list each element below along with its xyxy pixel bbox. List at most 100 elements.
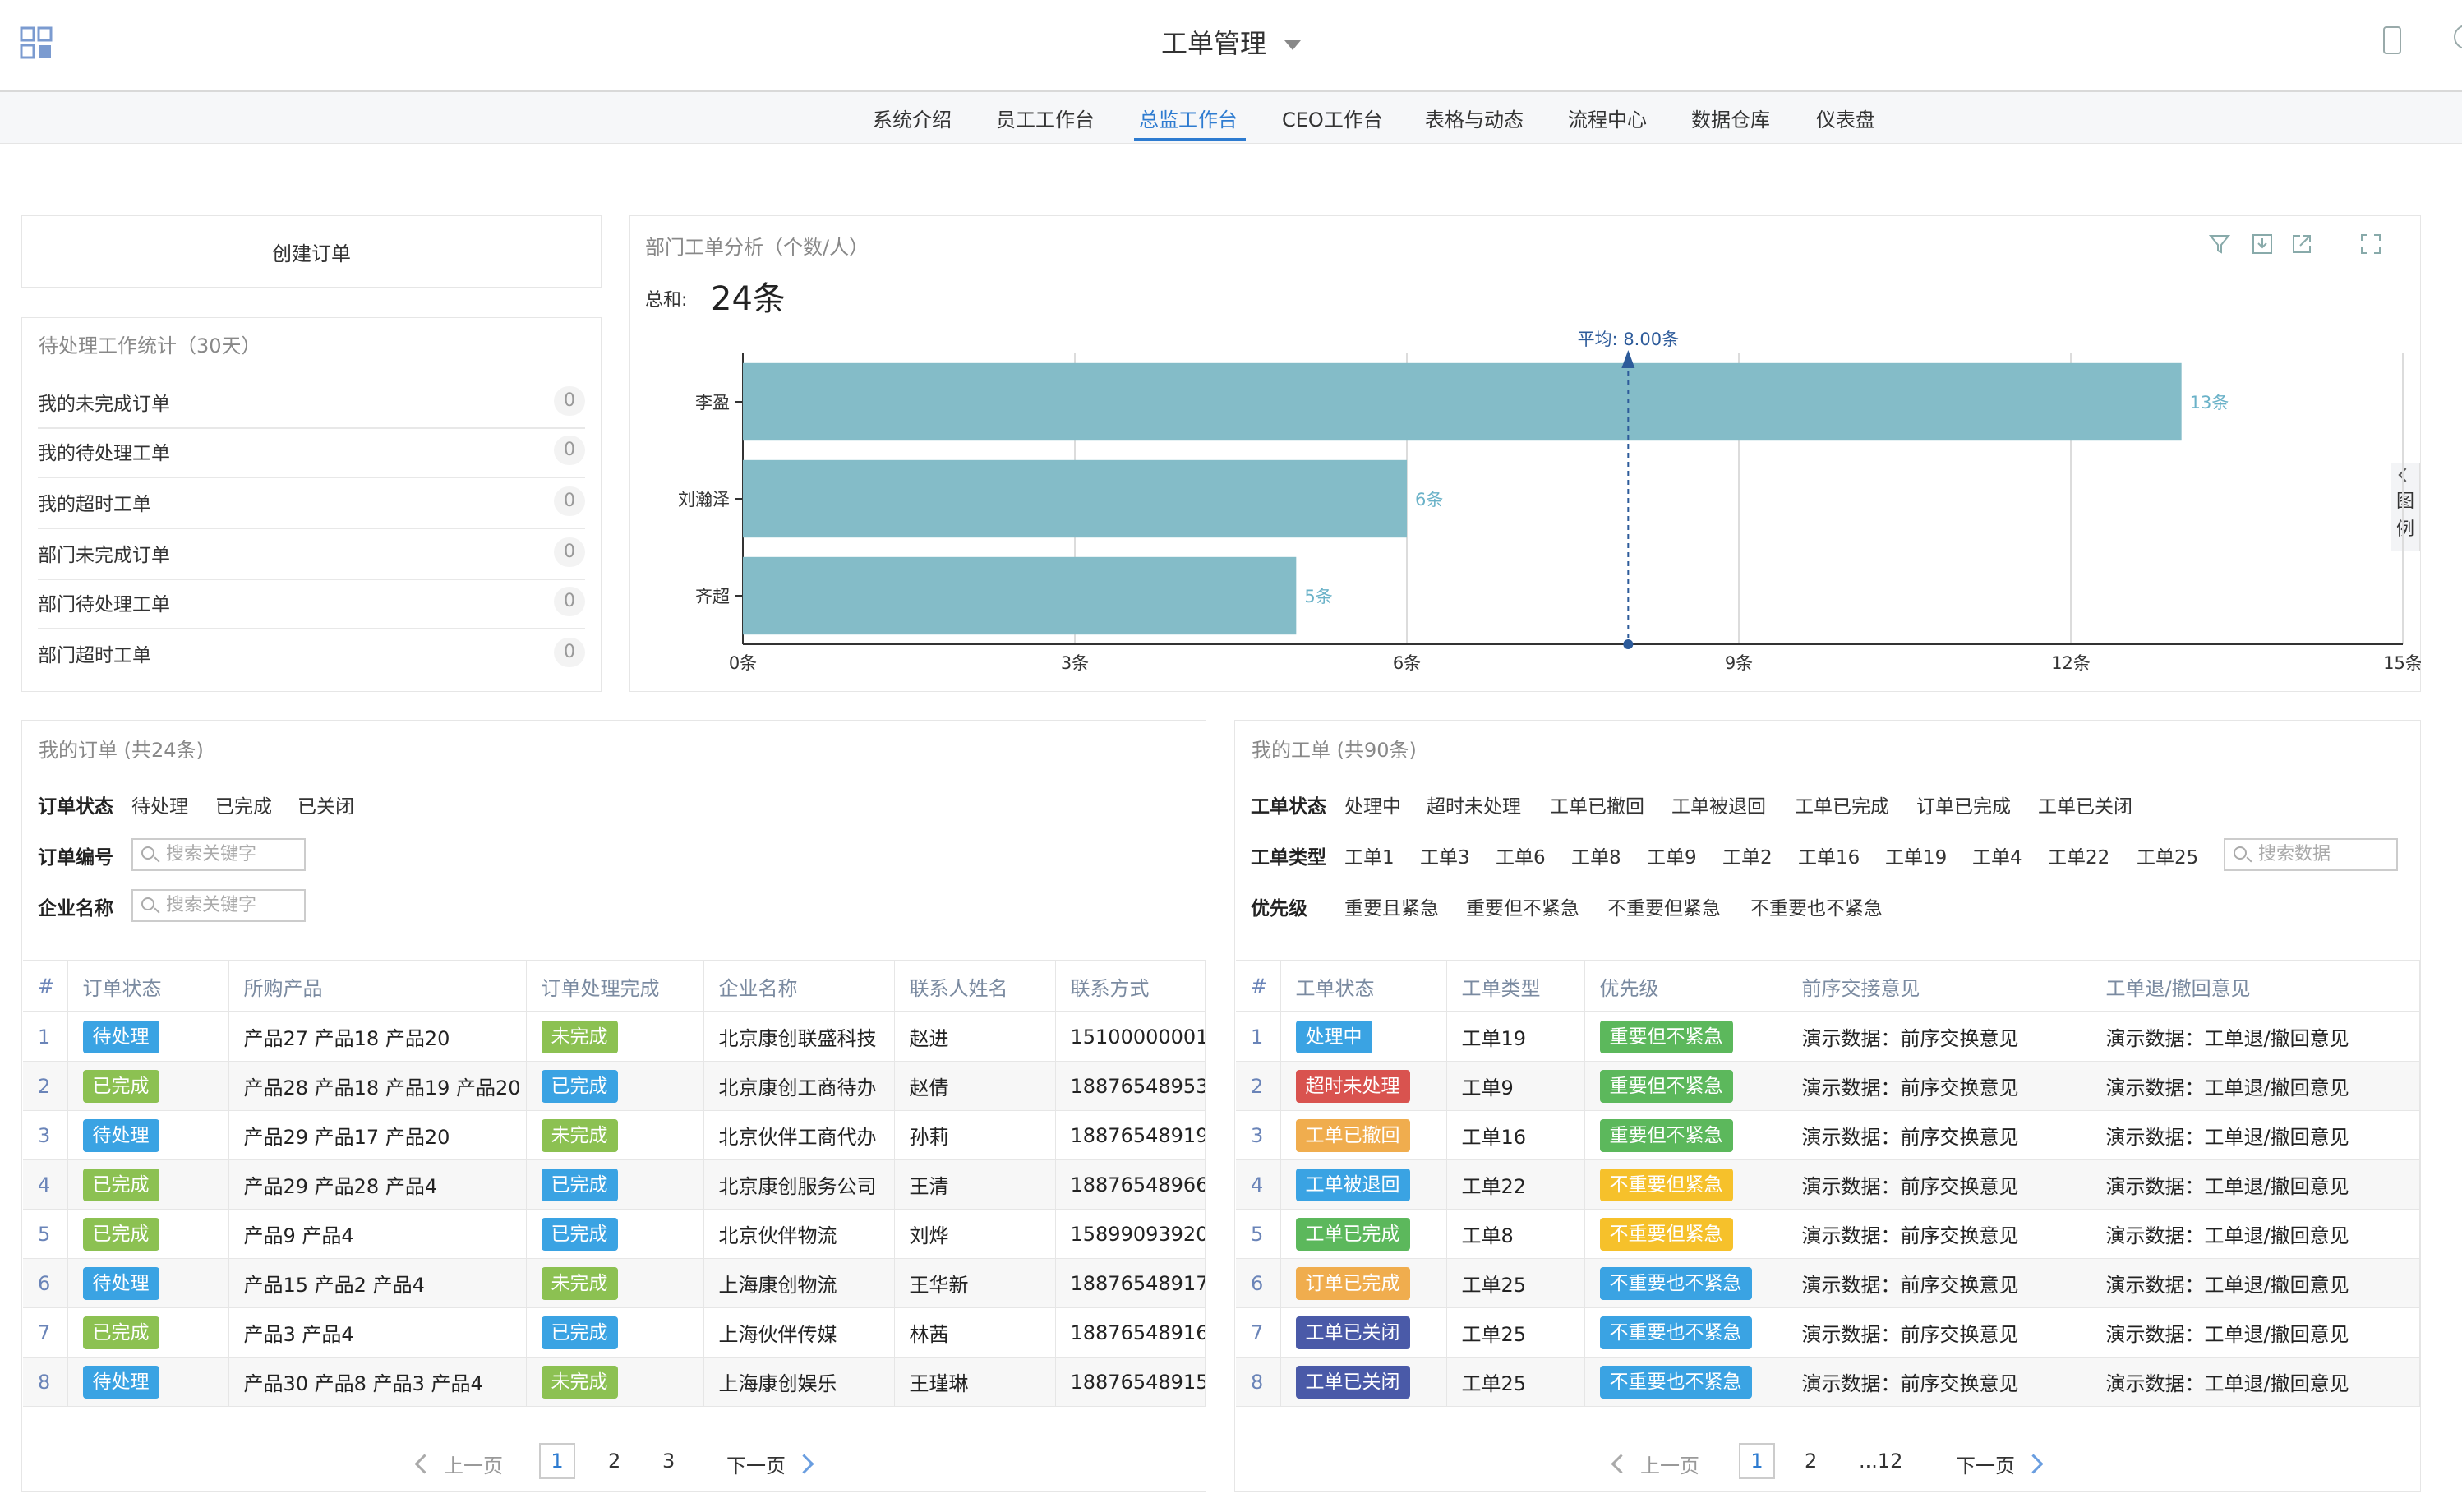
ticket-type-option[interactable]: 工单8: [1571, 841, 1621, 869]
priority-option[interactable]: 不重要也不紧急: [1750, 892, 1883, 920]
stat-row[interactable]: 部门超时工单 0: [38, 629, 585, 679]
order-status-option[interactable]: 已关闭: [297, 791, 354, 818]
products: 产品27 产品18 产品20: [228, 1012, 527, 1062]
page-button[interactable]: 2: [1805, 1450, 1817, 1473]
tab-ceo-workbench[interactable]: CEO工作台: [1282, 104, 1383, 132]
ticket-type-option[interactable]: 工单9: [1647, 841, 1697, 869]
page-button[interactable]: 2: [608, 1450, 620, 1473]
chevron-right-icon[interactable]: [2023, 1453, 2044, 1476]
table-row[interactable]: 7 已完成 产品3 产品4 已完成 上海伙伴传媒 林茜 18876548916: [23, 1307, 1206, 1358]
next-page-button[interactable]: 下一页: [726, 1450, 786, 1478]
table-row[interactable]: 1 待处理 产品27 产品18 产品20 未完成 北京康创联盛科技 赵进 151000000…: [23, 1012, 1206, 1062]
table-row[interactable]: 8 待处理 产品30 产品8 产品3 产品4 未完成 上海康创娱乐 王瑾琳 18876548…: [23, 1357, 1206, 1407]
stat-row[interactable]: 我的待处理工单 0: [38, 427, 585, 478]
tab-employee-workbench[interactable]: 员工工作台: [996, 104, 1095, 132]
table-row[interactable]: 1 处理中 工单19 重要但不紧急 演示数据：前序交换意见 演示数据：工单退/撤回意见: [1236, 1012, 2420, 1062]
priority-option[interactable]: 不重要但紧急: [1607, 892, 1721, 920]
column-header[interactable]: 所购产品: [228, 960, 527, 1012]
column-header[interactable]: 前序交接意见: [1787, 960, 2091, 1012]
ticket-status-option[interactable]: 处理中: [1344, 791, 1401, 818]
table-row[interactable]: 2 超时未处理 工单9 重要但不紧急 演示数据：前序交换意见 演示数据：工单退/撤回意见: [1236, 1061, 2420, 1111]
table-row[interactable]: 4 工单被退回 工单22 不重要但紧急 演示数据：前序交换意见 演示数据：工单退/撤回意见: [1236, 1159, 2420, 1210]
column-header[interactable]: 联系人姓名: [894, 960, 1056, 1012]
ticket-type-option[interactable]: 工单16: [1798, 841, 1860, 869]
ticket-search-input[interactable]: 搜索数据: [2224, 838, 2398, 871]
chevron-down-icon[interactable]: [1284, 40, 1301, 50]
ticket-status-option[interactable]: 工单被退回: [1671, 791, 1766, 818]
app-title[interactable]: 工单管理: [0, 23, 2462, 61]
table-row[interactable]: 7 工单已关闭 工单25 不重要也不紧急 演示数据：前序交换意见 演示数据：工单退/撤回意…: [1236, 1307, 2420, 1358]
table-row[interactable]: 6 订单已完成 工单25 不重要也不紧急 演示数据：前序交换意见 演示数据：工单退/撤回意…: [1236, 1258, 2420, 1308]
column-header[interactable]: 订单处理完成: [526, 960, 704, 1012]
ticket-type-option[interactable]: 工单4: [1972, 841, 2022, 869]
order-status-option[interactable]: 待处理: [131, 791, 188, 818]
ticket-status-option[interactable]: 订单已完成: [1916, 791, 2011, 818]
mobile-icon[interactable]: [2383, 26, 2401, 54]
table-row[interactable]: 4 已完成 产品29 产品28 产品4 已完成 北京康创服务公司 王清 1887654896…: [23, 1159, 1206, 1210]
ticket-status-option[interactable]: 超时未处理: [1427, 791, 1521, 818]
column-header[interactable]: 企业名称: [703, 960, 895, 1012]
column-header[interactable]: 联系方式: [1055, 960, 1206, 1012]
chevron-left-icon[interactable]: [1611, 1453, 1631, 1476]
table-row[interactable]: 6 待处理 产品15 产品2 产品4 未完成 上海康创物流 王华新 18876548917: [23, 1258, 1206, 1308]
order-status-tag: 待处理: [82, 1020, 159, 1053]
tab-system-intro[interactable]: 系统介绍: [873, 104, 952, 132]
order-done-tag: 已完成: [541, 1316, 618, 1349]
tab-process-center[interactable]: 流程中心: [1568, 104, 1647, 132]
column-header[interactable]: 工单状态: [1280, 960, 1447, 1012]
prev-page-button[interactable]: 上一页: [444, 1450, 503, 1478]
column-header[interactable]: 工单退/撤回意见: [2091, 960, 2420, 1012]
ticket-status-option[interactable]: 工单已完成: [1795, 791, 1889, 818]
ticket-type-option[interactable]: 工单1: [1344, 841, 1395, 869]
table-row[interactable]: 3 工单已撤回 工单16 重要但不紧急 演示数据：前序交换意见 演示数据：工单退/撤回意见: [1236, 1110, 2420, 1160]
stat-row[interactable]: 部门未完成订单 0: [38, 529, 585, 580]
column-header[interactable]: 工单类型: [1446, 960, 1585, 1012]
stat-row[interactable]: 我的未完成订单 0: [38, 378, 585, 429]
stat-row[interactable]: 我的超时工单 0: [38, 478, 585, 529]
priority-option[interactable]: 重要但不紧急: [1466, 892, 1579, 920]
tab-director-workbench[interactable]: 总监工作台: [1139, 104, 1238, 132]
ticket-status-option[interactable]: 工单已撤回: [1550, 791, 1644, 818]
ticket-type-option[interactable]: 工单19: [1885, 841, 1947, 869]
order-status: 待处理: [67, 1012, 229, 1062]
page-button-current[interactable]: 1: [539, 1443, 575, 1479]
priority-tag: 不重要但紧急: [1599, 1168, 1733, 1201]
page-button[interactable]: ...12: [1859, 1450, 1902, 1473]
ticket-type-option[interactable]: 工单25: [2137, 841, 2198, 869]
y-tick-label: 刘瀚泽: [678, 490, 730, 509]
ticket-type-option[interactable]: 工单2: [1722, 841, 1773, 869]
order-status: 待处理: [67, 1258, 229, 1308]
page-button-current[interactable]: 1: [1739, 1443, 1775, 1479]
company-search-input[interactable]: 搜索关键字: [131, 889, 306, 922]
order-number-search-input[interactable]: 搜索关键字: [131, 838, 306, 871]
stat-row[interactable]: 部门待处理工单 0: [38, 579, 585, 629]
ticket-status-option[interactable]: 工单已关闭: [2038, 791, 2132, 818]
x-tick-label: 6条: [1393, 653, 1421, 673]
table-row[interactable]: 5 工单已完成 工单8 不重要但紧急 演示数据：前序交换意见 演示数据：工单退/撤回意见: [1236, 1209, 2420, 1259]
table-row[interactable]: 8 工单已关闭 工单25 不重要也不紧急 演示数据：前序交换意见 演示数据：工单退/撤回意…: [1236, 1357, 2420, 1407]
average-label: 平均: 8.00条: [1578, 330, 1680, 349]
create-order-button[interactable]: 创建订单: [21, 215, 602, 288]
ticket-type: 工单16: [1446, 1110, 1585, 1160]
priority-option[interactable]: 重要且紧急: [1344, 892, 1439, 920]
order-status-tag: 待处理: [82, 1365, 159, 1399]
column-header[interactable]: 优先级: [1584, 960, 1787, 1012]
ticket-type-option[interactable]: 工单6: [1496, 841, 1546, 869]
prev-page-button[interactable]: 上一页: [1640, 1450, 1699, 1478]
table-row[interactable]: 3 待处理 产品29 产品17 产品20 未完成 北京伙伴工商代办 孙莉 188765489…: [23, 1110, 1206, 1160]
chevron-left-icon[interactable]: [414, 1453, 435, 1476]
company-name: 北京康创服务公司: [703, 1159, 895, 1210]
phone: 18876548917: [1055, 1258, 1206, 1308]
next-page-button[interactable]: 下一页: [1956, 1450, 2015, 1478]
tab-dashboard[interactable]: 仪表盘: [1816, 104, 1875, 132]
chevron-right-icon[interactable]: [794, 1453, 814, 1476]
column-header[interactable]: 订单状态: [67, 960, 229, 1012]
table-row[interactable]: 5 已完成 产品9 产品4 已完成 北京伙伴物流 刘烨 15899093920: [23, 1209, 1206, 1259]
table-row[interactable]: 2 已完成 产品28 产品18 产品19 产品20 已完成 北京康创工商待办 赵倩 1887…: [23, 1061, 1206, 1111]
order-status-option[interactable]: 已完成: [215, 791, 272, 818]
tab-data-warehouse[interactable]: 数据仓库: [1691, 104, 1770, 132]
ticket-type-option[interactable]: 工单22: [2048, 841, 2109, 869]
page-button[interactable]: 3: [662, 1450, 675, 1473]
ticket-type-option[interactable]: 工单3: [1420, 841, 1470, 869]
tab-tables-feeds[interactable]: 表格与动态: [1425, 104, 1524, 132]
